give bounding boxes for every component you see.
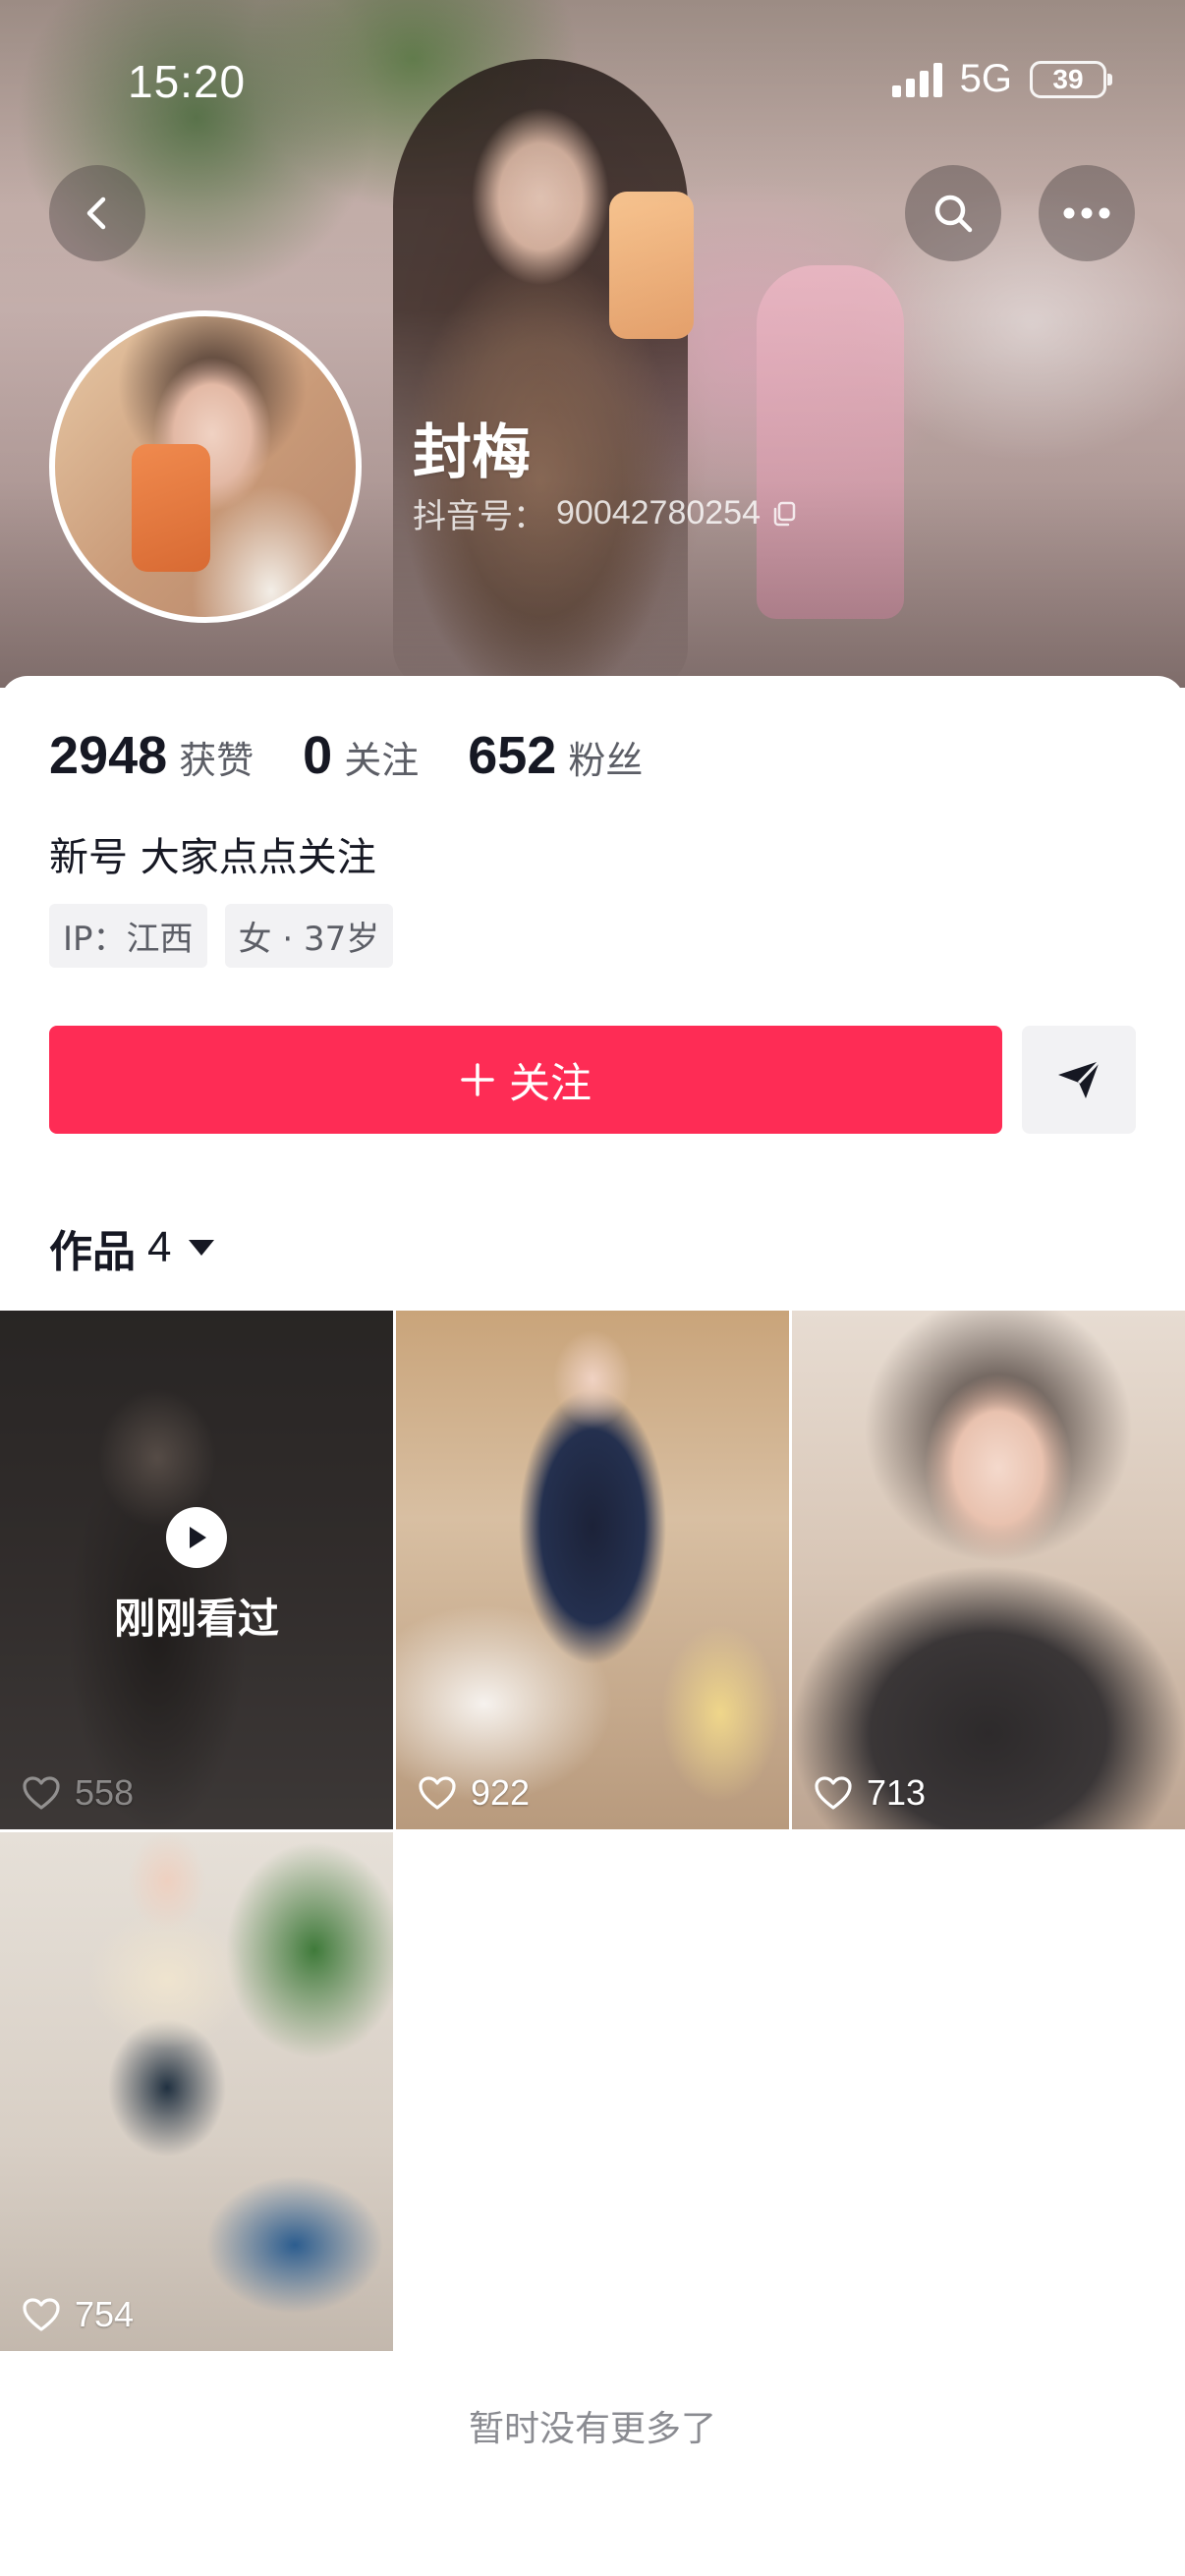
stat-likes[interactable]: 2948 获赞 — [49, 725, 254, 786]
network-type: 5G — [959, 57, 1012, 100]
avatar[interactable] — [49, 310, 362, 623]
recently-viewed-overlay: 刚刚看过 — [0, 1507, 393, 1646]
video-tile[interactable]: 713 — [792, 1311, 1185, 1829]
avatar-photo-detail — [132, 444, 210, 572]
heart-icon — [23, 2298, 60, 2331]
tab-works-label: 作品 — [49, 1227, 136, 1277]
profile-cover: 15:20 5G 39 封梅 抖音号： 90042780254 — [0, 0, 1185, 688]
heart-icon — [23, 1776, 60, 1810]
no-more-text: 暂时没有更多了 — [468, 2409, 716, 2449]
ip-location-tag: IP：江西 — [49, 904, 207, 968]
more-button[interactable] — [1039, 165, 1135, 261]
douyin-id-label: 抖音号： — [413, 497, 546, 536]
share-button[interactable] — [1022, 1026, 1136, 1134]
follow-label: 关注 — [508, 1058, 592, 1107]
profile-tags: IP：江西 女 · 37岁 — [49, 904, 394, 968]
douyin-id[interactable]: 抖音号： 90042780254 — [413, 489, 798, 537]
video-tile[interactable]: 754 — [0, 1832, 393, 2351]
bio-text: 新号 大家点点关注 — [49, 835, 376, 880]
status-indicators: 5G 39 — [891, 57, 1112, 101]
profile-stats: 2948 获赞 0 关注 652 粉丝 — [49, 725, 692, 786]
tab-works-count: 4 — [147, 1223, 172, 1271]
profile-card: 2948 获赞 0 关注 652 粉丝 新号 大家点点关注 IP：江西 女 · … — [0, 676, 1185, 2576]
back-button[interactable] — [49, 165, 145, 261]
signal-icon — [891, 62, 942, 97]
heart-icon — [815, 1776, 852, 1810]
likes-count: 922 — [471, 1772, 531, 1813]
video-likes: 922 — [418, 1772, 530, 1814]
video-likes: 754 — [22, 2294, 134, 2335]
likes-count: 713 — [867, 1772, 927, 1813]
battery-level: 39 — [1052, 63, 1084, 94]
user-name: 封梅 — [413, 419, 531, 487]
tab-works[interactable]: 作品 4 — [49, 1216, 215, 1279]
stat-label: 粉丝 — [568, 739, 644, 782]
stat-value: 0 — [303, 726, 333, 785]
follow-button[interactable]: 关注 — [49, 1026, 1002, 1134]
send-icon — [1058, 1059, 1101, 1098]
video-tile[interactable]: 922 — [396, 1311, 789, 1829]
play-icon — [166, 1507, 227, 1568]
likes-count: 754 — [75, 2294, 135, 2334]
recently-viewed-label: 刚刚看过 — [113, 1595, 279, 1643]
caret-down-icon — [189, 1240, 215, 1256]
plus-icon — [461, 1063, 494, 1096]
stat-label: 关注 — [344, 739, 420, 782]
search-icon — [934, 195, 973, 233]
stat-following[interactable]: 0 关注 — [303, 725, 419, 786]
video-likes: 558 — [22, 1772, 134, 1814]
video-likes: 713 — [814, 1772, 926, 1814]
likes-count: 558 — [75, 1772, 135, 1813]
stat-value: 2948 — [49, 726, 168, 785]
video-tile[interactable]: 刚刚看过 558 — [0, 1311, 393, 1829]
more-horizontal-icon — [1063, 207, 1110, 219]
stat-followers[interactable]: 652 粉丝 — [468, 725, 643, 786]
chevron-left-icon — [86, 196, 106, 230]
heart-icon — [419, 1776, 456, 1810]
gender-age-tag: 女 · 37岁 — [224, 904, 394, 968]
stat-value: 652 — [468, 726, 557, 785]
douyin-id-value: 90042780254 — [556, 494, 762, 532]
battery-icon: 39 — [1030, 60, 1112, 98]
search-button[interactable] — [905, 165, 1001, 261]
copy-icon[interactable] — [770, 500, 798, 528]
stat-label: 获赞 — [179, 739, 254, 782]
status-time: 15:20 — [128, 56, 247, 107]
